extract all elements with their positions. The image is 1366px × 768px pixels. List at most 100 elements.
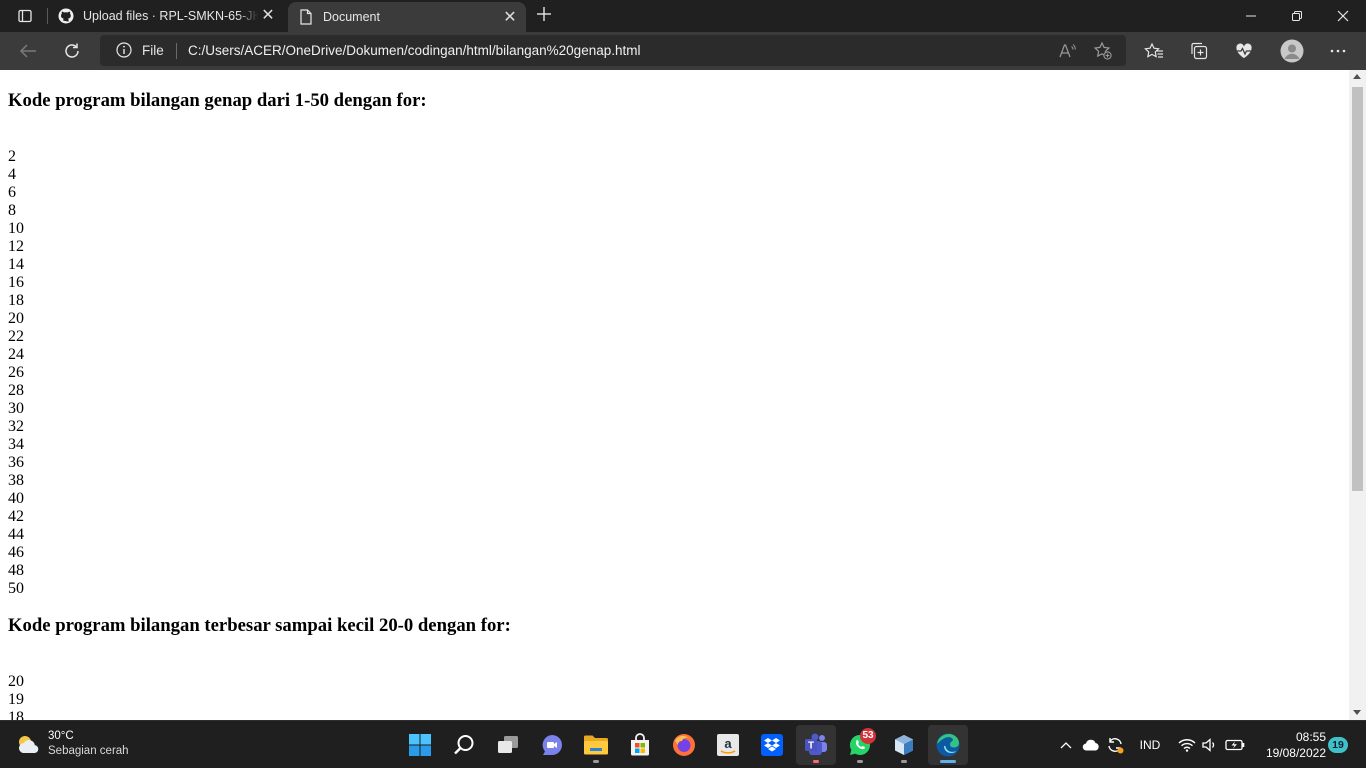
clock-time: 08:55 <box>1295 730 1326 744</box>
teams-button[interactable]: T <box>796 725 836 765</box>
descending-number-item: 18 <box>8 709 24 720</box>
address-bar[interactable]: File C:/Users/ACER/OneDrive/Dokumen/codi… <box>100 35 1126 66</box>
dropbox-button[interactable] <box>752 725 792 765</box>
page-viewport[interactable]: Kode program bilangan genap dari 1-50 de… <box>0 70 1366 720</box>
tab-title: Upload files · RPL-SMKN-65-JKT/ <box>83 9 258 23</box>
sync-tray[interactable] <box>1105 735 1125 755</box>
close-tab-icon[interactable]: ✕ <box>260 8 276 24</box>
virtualbox-icon <box>895 735 913 755</box>
even-number-item: 2 <box>8 148 16 165</box>
tab-upload-files[interactable]: Upload files · RPL-SMKN-65-JKT/ ✕ <box>48 0 284 32</box>
tab-document[interactable]: Document ✕ <box>288 2 526 32</box>
collections-button[interactable] <box>1184 36 1214 66</box>
add-favorite-icon[interactable] <box>1093 41 1113 61</box>
section1-heading: Kode program bilangan genap dari 1-50 de… <box>8 90 427 111</box>
page-icon <box>298 9 314 25</box>
edge-button[interactable] <box>928 725 968 765</box>
microsoft-store-button[interactable] <box>620 725 660 765</box>
weather-widget[interactable]: 30°C Sebagian cerah <box>14 729 129 759</box>
scroll-up-arrow-icon[interactable] <box>1353 74 1361 79</box>
profile-button[interactable] <box>1277 36 1307 66</box>
virtualbox-button[interactable] <box>884 725 924 765</box>
volume-tray[interactable] <box>1200 735 1220 755</box>
favorites-button[interactable] <box>1139 36 1169 66</box>
even-number-item: 44 <box>8 526 24 543</box>
language-label: IND <box>1139 738 1161 752</box>
descending-number-list: 20 19 18 <box>8 673 511 720</box>
tab-title: Document <box>323 10 380 24</box>
partly-cloudy-icon <box>18 736 39 753</box>
heart-pulse-icon <box>1236 43 1252 58</box>
firefox-button[interactable] <box>664 725 704 765</box>
cloud-icon <box>1082 739 1099 751</box>
even-number-item: 42 <box>8 508 24 525</box>
close-tab-icon[interactable]: ✕ <box>502 10 518 26</box>
refresh-icon <box>65 43 79 58</box>
info-icon[interactable] <box>116 42 132 63</box>
running-indicator <box>593 760 599 763</box>
even-number-item: 12 <box>8 238 24 255</box>
even-number-item: 20 <box>8 310 24 327</box>
even-number-item: 22 <box>8 328 24 345</box>
scroll-down-arrow-icon[interactable] <box>1353 710 1361 715</box>
new-tab-button[interactable] <box>533 4 555 28</box>
amazon-icon: a <box>717 734 739 756</box>
even-number-item: 18 <box>8 292 24 309</box>
even-number-item: 40 <box>8 490 24 507</box>
address-divider <box>176 43 177 59</box>
page-content: Kode program bilangan genap dari 1-50 de… <box>8 70 511 720</box>
settings-more-button[interactable] <box>1323 36 1353 66</box>
show-hidden-icons-button[interactable] <box>1058 735 1074 755</box>
active-indicator <box>940 760 956 763</box>
whatsapp-button[interactable]: 53 <box>840 725 880 765</box>
chat-button[interactable] <box>532 725 572 765</box>
sync-icon <box>1108 738 1124 754</box>
url-text[interactable]: C:/Users/ACER/OneDrive/Dokumen/codingan/… <box>188 43 640 58</box>
vertical-scrollbar[interactable] <box>1349 70 1366 720</box>
microsoft-store-icon <box>631 733 649 756</box>
clock-date: 19/08/2022 <box>1265 746 1326 760</box>
notification-count-badge[interactable]: 19 <box>1328 737 1348 753</box>
start-button[interactable] <box>400 725 440 765</box>
read-aloud-icon[interactable] <box>1058 41 1078 61</box>
back-arrow-icon <box>19 44 36 58</box>
even-number-item: 4 <box>8 166 16 183</box>
file-explorer-icon <box>584 735 608 755</box>
browser-essentials-button[interactable] <box>1229 36 1259 66</box>
chat-icon <box>542 735 562 755</box>
dropbox-icon <box>761 734 783 756</box>
task-view-button[interactable] <box>488 725 528 765</box>
battery-tray[interactable] <box>1224 735 1246 755</box>
refresh-button[interactable] <box>57 36 87 66</box>
search-button[interactable] <box>444 725 484 765</box>
file-explorer-button[interactable] <box>576 725 616 765</box>
even-number-item: 28 <box>8 382 24 399</box>
close-window-button[interactable] <box>1320 0 1366 32</box>
network-tray[interactable] <box>1177 735 1197 755</box>
attention-indicator <box>813 760 819 763</box>
edge-icon <box>936 733 960 757</box>
even-number-item: 8 <box>8 202 16 219</box>
more-icon <box>1330 49 1346 53</box>
scheme-label: File <box>142 43 164 58</box>
windows-taskbar: 30°C Sebagian cerah a T 53 IND 08:55 19/… <box>0 720 1366 768</box>
even-number-list: 2 4 6 8 10 12 14 16 18 20 22 24 26 28 30 32 34 36 38 40 42 44… <box>8 148 511 598</box>
even-number-item: 14 <box>8 256 24 273</box>
minimize-button[interactable] <box>1228 0 1274 32</box>
even-number-item: 6 <box>8 184 16 201</box>
github-icon <box>58 8 74 24</box>
clock[interactable]: 08:55 19/08/2022 <box>1250 729 1326 761</box>
scrollbar-thumb[interactable] <box>1352 87 1363 491</box>
language-indicator[interactable]: IND <box>1135 735 1165 755</box>
even-number-item: 34 <box>8 436 24 453</box>
tab-actions-icon <box>18 9 32 23</box>
speaker-icon <box>1202 738 1215 752</box>
back-button[interactable] <box>13 36 43 66</box>
onedrive-tray[interactable] <box>1081 735 1101 755</box>
tab-actions-button[interactable] <box>8 4 42 28</box>
battery-charging-icon <box>1225 739 1245 751</box>
start-icon <box>409 734 431 756</box>
amazon-button[interactable]: a <box>708 725 748 765</box>
even-number-item: 48 <box>8 562 24 579</box>
restore-button[interactable] <box>1274 0 1320 32</box>
